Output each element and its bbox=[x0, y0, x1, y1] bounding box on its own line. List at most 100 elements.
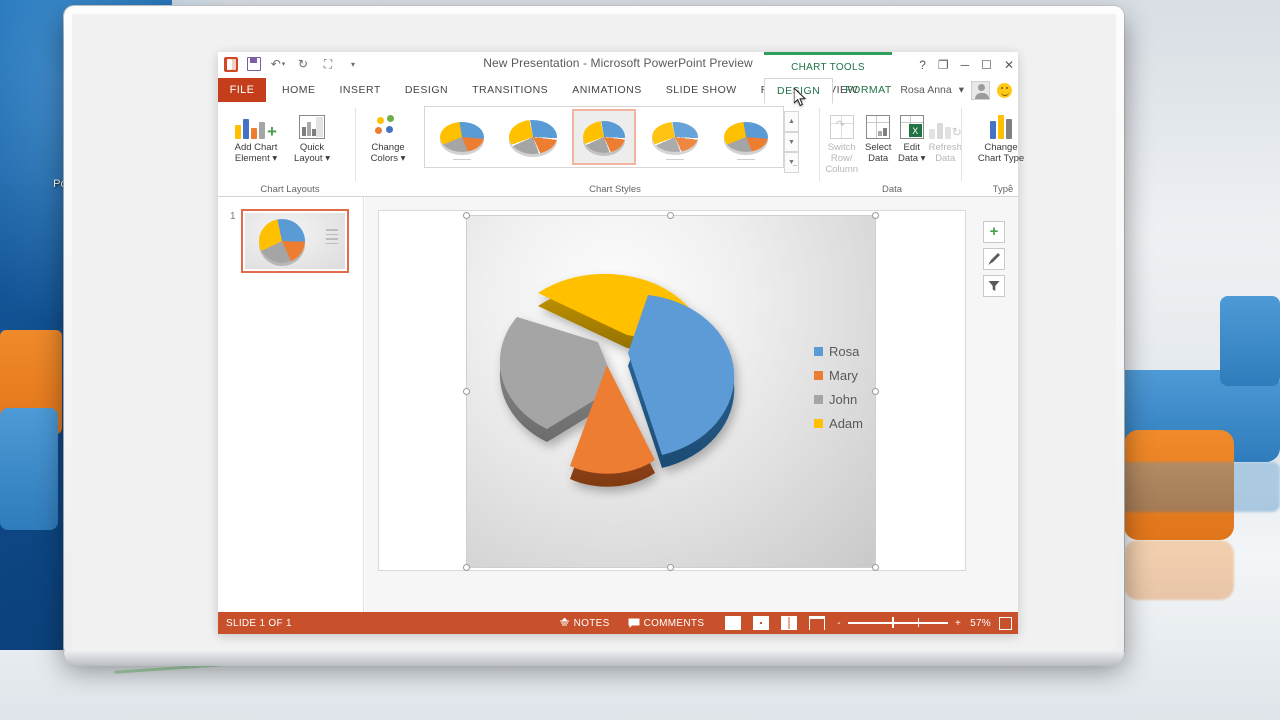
group-label-data: Data bbox=[881, 184, 903, 195]
screen-root: Recycle Bin P ↗ PowerPoint 2013 bbox=[0, 0, 1280, 720]
add-chart-element-button[interactable]: + Add Chart Element ▾ bbox=[228, 102, 284, 164]
ribbon-group-chart-styles: ▲ ▼ ▼̲ Chart Styles bbox=[424, 102, 820, 197]
add-chart-element-icon: + bbox=[235, 107, 277, 140]
tab-file[interactable]: FILE bbox=[218, 78, 266, 102]
slide-thumbnail-item[interactable]: 1 bbox=[230, 209, 349, 273]
wallpaper-shape-blue-right-tall bbox=[1220, 296, 1280, 386]
chart-style-thumb-1[interactable] bbox=[430, 109, 495, 165]
legend-label-john: John bbox=[829, 392, 858, 407]
tab-transitions[interactable]: TRANSITIONS bbox=[460, 78, 560, 102]
selection-handle-w[interactable] bbox=[463, 387, 470, 395]
ribbon-group-change-colors: Change Colors ▾ bbox=[358, 102, 420, 197]
chart-style-thumb-3[interactable] bbox=[571, 109, 637, 165]
chart-object[interactable]: Rosa Mary John Adam bbox=[463, 212, 879, 571]
selection-handle-s[interactable] bbox=[667, 564, 674, 571]
quick-layout-icon bbox=[299, 107, 325, 139]
tab-animations[interactable]: ANIMATIONS bbox=[560, 78, 654, 102]
change-colors-button[interactable]: Change Colors ▾ bbox=[360, 102, 416, 164]
change-chart-type-button[interactable]: Change Chart Type bbox=[966, 102, 1036, 164]
chart-styles-button[interactable] bbox=[983, 248, 1005, 270]
zoom-slider[interactable] bbox=[847, 617, 948, 629]
selection-handle-n[interactable] bbox=[667, 212, 674, 219]
btn-label-line1: Refresh bbox=[928, 142, 962, 153]
paintbrush-icon bbox=[988, 253, 1000, 265]
ribbon-options-icon[interactable]: ❐ bbox=[938, 55, 949, 75]
selection-handle-nw[interactable] bbox=[463, 212, 470, 219]
selection-handle-e[interactable] bbox=[872, 387, 879, 395]
quick-layout-button[interactable]: Quick Layout ▾ bbox=[284, 102, 340, 164]
restore-icon[interactable]: ☐ bbox=[981, 55, 992, 75]
account-name[interactable]: Rosa Anna bbox=[900, 78, 951, 102]
title-bar: ↶ ▾ ↻ ⛶ ▾ New Presentation - Microsoft Po… bbox=[218, 52, 1018, 78]
refresh-data-button[interactable]: ↻ Refresh Data bbox=[928, 102, 962, 175]
selection-handle-se[interactable] bbox=[872, 564, 879, 571]
normal-view-icon[interactable] bbox=[725, 616, 742, 630]
chart-filters-button[interactable] bbox=[983, 275, 1005, 297]
chart-style-thumb-5[interactable] bbox=[713, 109, 778, 165]
legend-item-rosa[interactable]: Rosa bbox=[814, 344, 863, 359]
chart-style-thumb-4[interactable] bbox=[642, 109, 707, 165]
legend-item-adam[interactable]: Adam bbox=[814, 416, 863, 431]
select-data-button[interactable]: Select Data bbox=[861, 102, 895, 175]
tab-design[interactable]: DESIGN bbox=[393, 78, 460, 102]
window-controls: ? ❐ ─ ☐ ✕ bbox=[919, 55, 1014, 75]
slide-thumbnail[interactable] bbox=[240, 209, 349, 273]
minimize-icon[interactable]: ─ bbox=[961, 55, 970, 75]
feedback-smiley-icon[interactable] bbox=[997, 82, 1012, 98]
fit-to-window-icon[interactable] bbox=[999, 616, 1012, 630]
tab-insert[interactable]: INSERT bbox=[328, 78, 393, 102]
tab-chart-tools-format[interactable]: FORMAT bbox=[833, 78, 904, 104]
slide-indicator: SLIDE 1 OF 1 bbox=[226, 617, 292, 629]
chart-styles-gallery[interactable]: ▲ ▼ ▼̲ bbox=[424, 106, 799, 174]
comments-button[interactable]: COMMENTS bbox=[619, 618, 714, 629]
comments-label: COMMENTS bbox=[643, 617, 705, 629]
legend-swatch-rosa bbox=[814, 347, 824, 356]
btn-label-line1: Select bbox=[864, 142, 892, 153]
tab-home[interactable]: HOME bbox=[270, 78, 328, 102]
selection-handle-sw[interactable] bbox=[463, 564, 470, 571]
gallery-scroll-down-button[interactable]: ▼ bbox=[784, 131, 799, 153]
notes-icon bbox=[559, 617, 569, 625]
help-icon[interactable]: ? bbox=[919, 55, 926, 75]
edit-data-icon: X bbox=[899, 107, 924, 139]
collapse-ribbon-button[interactable]: ⌃ bbox=[1006, 183, 1014, 194]
close-icon[interactable]: ✕ bbox=[1004, 55, 1014, 75]
view-buttons bbox=[719, 616, 831, 630]
zoom-level[interactable]: 57% bbox=[970, 618, 991, 629]
gallery-more-button[interactable]: ▼̲ bbox=[784, 152, 799, 174]
wallpaper-reflection-orange bbox=[1124, 540, 1234, 600]
zoom-in-button[interactable]: + bbox=[955, 618, 961, 629]
chart-style-thumb-2[interactable] bbox=[501, 109, 566, 165]
reading-view-icon[interactable] bbox=[781, 616, 798, 630]
group-label-type: Type bbox=[992, 184, 1014, 195]
chart-elements-button[interactable]: + bbox=[983, 221, 1005, 243]
filter-funnel-icon bbox=[988, 281, 1000, 291]
plus-icon: + bbox=[989, 223, 999, 240]
slide-number: 1 bbox=[230, 211, 236, 222]
slide-show-icon[interactable] bbox=[809, 616, 826, 630]
change-colors-icon bbox=[374, 107, 402, 139]
notes-button[interactable]: NOTES bbox=[550, 617, 619, 629]
comment-icon bbox=[628, 618, 640, 628]
zoom-out-button[interactable]: - bbox=[837, 618, 841, 629]
tab-slide-show[interactable]: SLIDE SHOW bbox=[654, 78, 749, 102]
switch-row-column-button[interactable]: ↷ Switch Row/Column bbox=[822, 102, 861, 175]
tab-chart-tools-design[interactable]: DESIGN bbox=[764, 78, 834, 104]
pie-chart-svg bbox=[499, 273, 735, 487]
selection-handle-ne[interactable] bbox=[872, 212, 879, 219]
legend-item-mary[interactable]: Mary bbox=[814, 368, 863, 383]
account-dropdown-icon[interactable]: ▾ bbox=[959, 78, 964, 102]
slide-sorter-icon[interactable] bbox=[753, 616, 770, 630]
legend-item-john[interactable]: John bbox=[814, 392, 863, 407]
avatar[interactable] bbox=[971, 80, 990, 100]
edit-data-button[interactable]: X Edit Data ▾ bbox=[895, 102, 929, 175]
ribbon: + Add Chart Element ▾ Quick Layout ▾ Cha… bbox=[218, 102, 1024, 197]
window-title: New Presentation - Microsoft PowerPoint … bbox=[483, 56, 753, 70]
chart-legend[interactable]: Rosa Mary John Adam bbox=[814, 344, 863, 440]
slide-canvas[interactable]: Rosa Mary John Adam + bbox=[379, 211, 1005, 571]
chart-quick-buttons: + bbox=[983, 221, 1005, 297]
pie-chart[interactable] bbox=[477, 230, 777, 550]
btn-label-line1: Quick bbox=[299, 142, 325, 153]
btn-label-line2: Data bbox=[935, 153, 956, 164]
gallery-scroll-up-button[interactable]: ▲ bbox=[784, 111, 799, 132]
